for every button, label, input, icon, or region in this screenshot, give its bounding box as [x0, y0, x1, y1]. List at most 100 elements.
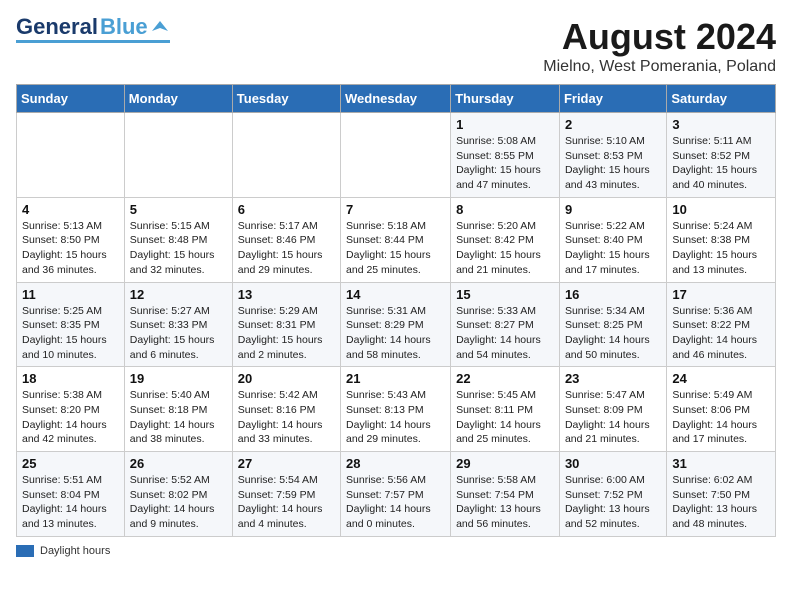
day-info: Sunrise: 5:45 AM Sunset: 8:11 PM Dayligh… — [456, 388, 554, 447]
day-number: 12 — [130, 287, 227, 302]
calendar-cell: 16Sunrise: 5:34 AM Sunset: 8:25 PM Dayli… — [559, 282, 666, 367]
day-number: 3 — [672, 117, 770, 132]
logo-general: General — [16, 16, 98, 38]
calendar-cell: 25 Sunrise: 5:51 AM Sunset: 8:04 PM Dayli… — [17, 452, 125, 537]
calendar-cell: 23 Sunrise: 5:47 AM Sunset: 8:09 PM Dayli… — [559, 367, 666, 452]
day-number: 31 — [672, 456, 770, 471]
calendar-week-row: 18 Sunrise: 5:38 AM Sunset: 8:20 PM Dayli… — [17, 367, 776, 452]
calendar-cell: 1 Sunrise: 5:08 AM Sunset: 8:55 PM Daylig… — [451, 113, 560, 198]
day-info: Sunrise: 5:22 AM Sunset: 8:40 PM Dayligh… — [565, 219, 661, 278]
calendar-header-thursday: Thursday — [451, 85, 560, 113]
calendar-cell: 26 Sunrise: 5:52 AM Sunset: 8:02 PM Dayli… — [124, 452, 232, 537]
calendar-week-row: 1 Sunrise: 5:08 AM Sunset: 8:55 PM Daylig… — [17, 113, 776, 198]
day-number: 6 — [238, 202, 335, 217]
day-number: 5 — [130, 202, 227, 217]
day-info: Sunrise: 5:36 AM Sunset: 8:22 PM Dayligh… — [672, 304, 770, 363]
calendar-header-tuesday: Tuesday — [232, 85, 340, 113]
calendar-cell: 10Sunrise: 5:24 AM Sunset: 8:38 PM Dayli… — [667, 197, 776, 282]
calendar-header-row: SundayMondayTuesdayWednesdayThursdayFrid… — [17, 85, 776, 113]
calendar-cell: 30Sunrise: 6:00 AM Sunset: 7:52 PM Dayli… — [559, 452, 666, 537]
day-info: Sunrise: 5:18 AM Sunset: 8:44 PM Dayligh… — [346, 219, 445, 278]
calendar-cell: 29Sunrise: 5:58 AM Sunset: 7:54 PM Dayli… — [451, 452, 560, 537]
day-info: Sunrise: 5:52 AM Sunset: 8:02 PM Dayligh… — [130, 473, 227, 532]
day-number: 27 — [238, 456, 335, 471]
calendar-header-saturday: Saturday — [667, 85, 776, 113]
calendar-header-friday: Friday — [559, 85, 666, 113]
logo: General Blue — [16, 16, 170, 43]
calendar-cell — [124, 113, 232, 198]
day-info: Sunrise: 5:56 AM Sunset: 7:57 PM Dayligh… — [346, 473, 445, 532]
day-number: 9 — [565, 202, 661, 217]
calendar-cell: 9 Sunrise: 5:22 AM Sunset: 8:40 PM Daylig… — [559, 197, 666, 282]
calendar-cell: 20Sunrise: 5:42 AM Sunset: 8:16 PM Dayli… — [232, 367, 340, 452]
day-number: 11 — [22, 287, 119, 302]
title-area: August 2024 Mielno, West Pomerania, Pola… — [543, 16, 776, 76]
day-number: 23 — [565, 371, 661, 386]
calendar-cell: 18 Sunrise: 5:38 AM Sunset: 8:20 PM Dayli… — [17, 367, 125, 452]
calendar-cell: 21Sunrise: 5:43 AM Sunset: 8:13 PM Dayli… — [341, 367, 451, 452]
day-info: Sunrise: 5:42 AM Sunset: 8:16 PM Dayligh… — [238, 388, 335, 447]
day-number: 15 — [456, 287, 554, 302]
calendar-cell: 4 Sunrise: 5:13 AM Sunset: 8:50 PM Daylig… — [17, 197, 125, 282]
day-info: Sunrise: 5:54 AM Sunset: 7:59 PM Dayligh… — [238, 473, 335, 532]
day-number: 24 — [672, 371, 770, 386]
day-number: 30 — [565, 456, 661, 471]
day-number: 7 — [346, 202, 445, 217]
location-title: Mielno, West Pomerania, Poland — [543, 58, 776, 76]
calendar-cell: 22 Sunrise: 5:45 AM Sunset: 8:11 PM Dayli… — [451, 367, 560, 452]
day-number: 4 — [22, 202, 119, 217]
calendar-cell: 24 Sunrise: 5:49 AM Sunset: 8:06 PM Dayli… — [667, 367, 776, 452]
calendar-cell: 2 Sunrise: 5:10 AM Sunset: 8:53 PM Daylig… — [559, 113, 666, 198]
calendar-cell: 31 Sunrise: 6:02 AM Sunset: 7:50 PM Dayli… — [667, 452, 776, 537]
calendar-week-row: 4 Sunrise: 5:13 AM Sunset: 8:50 PM Daylig… — [17, 197, 776, 282]
day-number: 21 — [346, 371, 445, 386]
logo-blue: Blue — [100, 16, 148, 38]
day-number: 8 — [456, 202, 554, 217]
calendar-header-wednesday: Wednesday — [341, 85, 451, 113]
day-info: Sunrise: 5:11 AM Sunset: 8:52 PM Dayligh… — [672, 134, 770, 193]
calendar-cell: 15 Sunrise: 5:33 AM Sunset: 8:27 PM Dayli… — [451, 282, 560, 367]
day-info: Sunrise: 5:15 AM Sunset: 8:48 PM Dayligh… — [130, 219, 227, 278]
calendar-cell: 19Sunrise: 5:40 AM Sunset: 8:18 PM Dayli… — [124, 367, 232, 452]
legend-label: Daylight hours — [40, 545, 110, 557]
day-info: Sunrise: 5:58 AM Sunset: 7:54 PM Dayligh… — [456, 473, 554, 532]
day-number: 10 — [672, 202, 770, 217]
logo-bird-icon — [150, 17, 170, 37]
day-info: Sunrise: 5:47 AM Sunset: 8:09 PM Dayligh… — [565, 388, 661, 447]
calendar-header-monday: Monday — [124, 85, 232, 113]
day-info: Sunrise: 5:49 AM Sunset: 8:06 PM Dayligh… — [672, 388, 770, 447]
day-number: 1 — [456, 117, 554, 132]
calendar-cell: 27 Sunrise: 5:54 AM Sunset: 7:59 PM Dayli… — [232, 452, 340, 537]
calendar-week-row: 25 Sunrise: 5:51 AM Sunset: 8:04 PM Dayli… — [17, 452, 776, 537]
footer: Daylight hours — [16, 545, 776, 557]
calendar-cell: 11 Sunrise: 5:25 AM Sunset: 8:35 PM Dayli… — [17, 282, 125, 367]
logo-underline — [16, 40, 170, 43]
day-info: Sunrise: 5:29 AM Sunset: 8:31 PM Dayligh… — [238, 304, 335, 363]
day-number: 2 — [565, 117, 661, 132]
day-info: Sunrise: 5:25 AM Sunset: 8:35 PM Dayligh… — [22, 304, 119, 363]
calendar-cell: 3 Sunrise: 5:11 AM Sunset: 8:52 PM Daylig… — [667, 113, 776, 198]
day-number: 14 — [346, 287, 445, 302]
day-number: 25 — [22, 456, 119, 471]
day-info: Sunrise: 5:10 AM Sunset: 8:53 PM Dayligh… — [565, 134, 661, 193]
calendar-cell: 6Sunrise: 5:17 AM Sunset: 8:46 PM Daylig… — [232, 197, 340, 282]
calendar-week-row: 11 Sunrise: 5:25 AM Sunset: 8:35 PM Dayli… — [17, 282, 776, 367]
day-info: Sunrise: 5:38 AM Sunset: 8:20 PM Dayligh… — [22, 388, 119, 447]
day-info: Sunrise: 6:02 AM Sunset: 7:50 PM Dayligh… — [672, 473, 770, 532]
calendar-cell: 12Sunrise: 5:27 AM Sunset: 8:33 PM Dayli… — [124, 282, 232, 367]
day-info: Sunrise: 5:13 AM Sunset: 8:50 PM Dayligh… — [22, 219, 119, 278]
day-info: Sunrise: 5:08 AM Sunset: 8:55 PM Dayligh… — [456, 134, 554, 193]
calendar-cell — [17, 113, 125, 198]
day-number: 26 — [130, 456, 227, 471]
calendar-cell — [232, 113, 340, 198]
day-number: 22 — [456, 371, 554, 386]
header: General Blue August 2024 Mielno, West Po… — [16, 16, 776, 76]
day-number: 18 — [22, 371, 119, 386]
day-number: 19 — [130, 371, 227, 386]
calendar-table: SundayMondayTuesdayWednesdayThursdayFrid… — [16, 84, 776, 537]
day-info: Sunrise: 5:33 AM Sunset: 8:27 PM Dayligh… — [456, 304, 554, 363]
calendar-cell: 14Sunrise: 5:31 AM Sunset: 8:29 PM Dayli… — [341, 282, 451, 367]
day-info: Sunrise: 5:20 AM Sunset: 8:42 PM Dayligh… — [456, 219, 554, 278]
day-number: 28 — [346, 456, 445, 471]
day-info: Sunrise: 5:51 AM Sunset: 8:04 PM Dayligh… — [22, 473, 119, 532]
